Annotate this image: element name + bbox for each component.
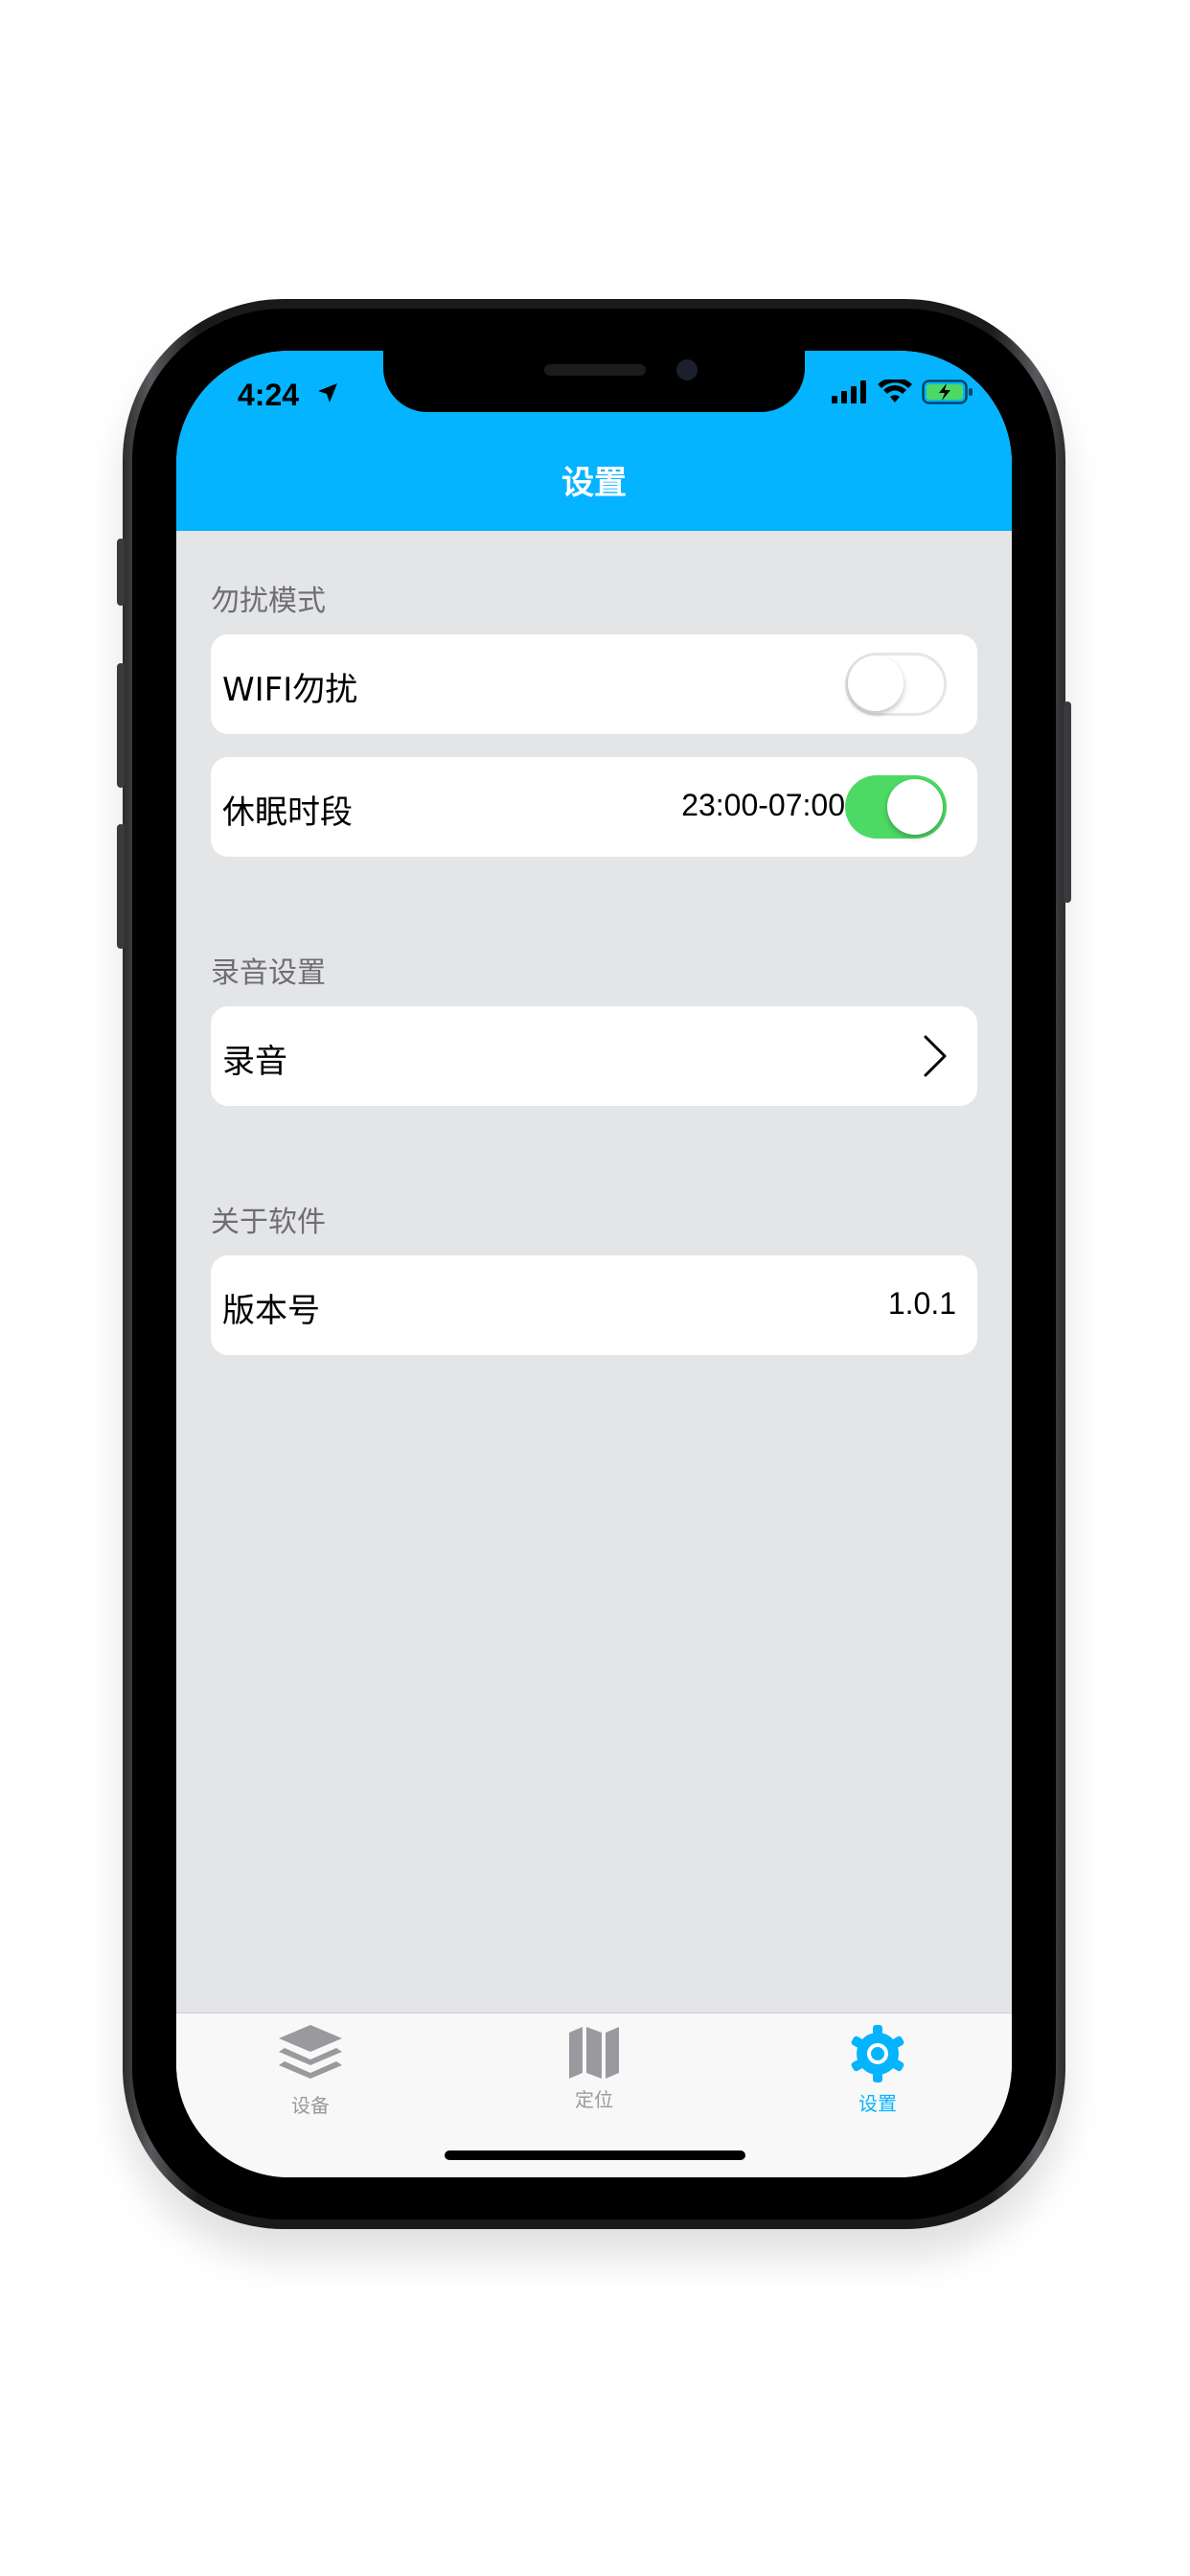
tab-location[interactable]: 定位 bbox=[537, 2023, 652, 2112]
location-arrow-icon bbox=[318, 383, 337, 402]
tab-label: 设置 bbox=[858, 2092, 897, 2115]
section-title-about: 关于软件 bbox=[211, 1206, 326, 1239]
version-label: 版本号 bbox=[222, 1292, 320, 1330]
tab-settings[interactable]: 设置 bbox=[820, 2023, 935, 2116]
version-value: 1.0.1 bbox=[887, 1286, 956, 1321]
page-title: 设置 bbox=[561, 464, 627, 502]
power-button bbox=[1064, 702, 1071, 903]
phone-frame: 4:24 设置 勿扰模式 WIFI勿扰 休眠时段 23:00-07:00 录音设… bbox=[117, 299, 1071, 2229]
tab-label: 定位 bbox=[575, 2088, 613, 2111]
recording-row[interactable]: 录音 bbox=[211, 1006, 977, 1106]
toggle-knob bbox=[887, 779, 943, 835]
tab-label: 设备 bbox=[291, 2094, 330, 2117]
battery-charging-icon bbox=[922, 380, 973, 404]
wifi-dnd-toggle[interactable] bbox=[845, 653, 947, 716]
home-indicator[interactable] bbox=[445, 2150, 745, 2160]
front-camera bbox=[676, 359, 698, 380]
recording-label: 录音 bbox=[222, 1043, 287, 1081]
wifi-icon bbox=[878, 380, 912, 402]
sleep-period-value[interactable]: 23:00-07:00 bbox=[681, 788, 845, 823]
volume-up-button bbox=[117, 663, 125, 788]
status-icons bbox=[832, 380, 973, 404]
cellular-signal-icon bbox=[832, 380, 866, 403]
chevron-right-icon bbox=[924, 1035, 947, 1077]
status-time: 4:24 bbox=[238, 378, 300, 412]
wifi-dnd-label: WIFI勿扰 bbox=[222, 671, 358, 709]
tab-devices[interactable]: 设备 bbox=[253, 2023, 368, 2118]
sleep-period-row: 休眠时段 23:00-07:00 bbox=[211, 757, 977, 857]
speaker-grille bbox=[544, 364, 646, 376]
section-title-dnd: 勿扰模式 bbox=[211, 585, 326, 618]
toggle-knob bbox=[848, 656, 904, 711]
sleep-period-toggle[interactable] bbox=[845, 775, 947, 839]
mute-switch bbox=[117, 539, 125, 606]
map-icon bbox=[569, 2027, 619, 2079]
gear-icon bbox=[851, 2025, 904, 2082]
section-title-recording: 录音设置 bbox=[211, 956, 326, 990]
screen: 4:24 设置 勿扰模式 WIFI勿扰 休眠时段 23:00-07:00 录音设… bbox=[176, 351, 1012, 2177]
volume-down-button bbox=[117, 824, 125, 949]
wifi-dnd-row: WIFI勿扰 bbox=[211, 634, 977, 734]
version-row: 版本号 1.0.1 bbox=[211, 1255, 977, 1355]
layers-icon bbox=[279, 2025, 342, 2079]
sleep-period-label: 休眠时段 bbox=[222, 794, 353, 832]
notch bbox=[383, 351, 805, 412]
